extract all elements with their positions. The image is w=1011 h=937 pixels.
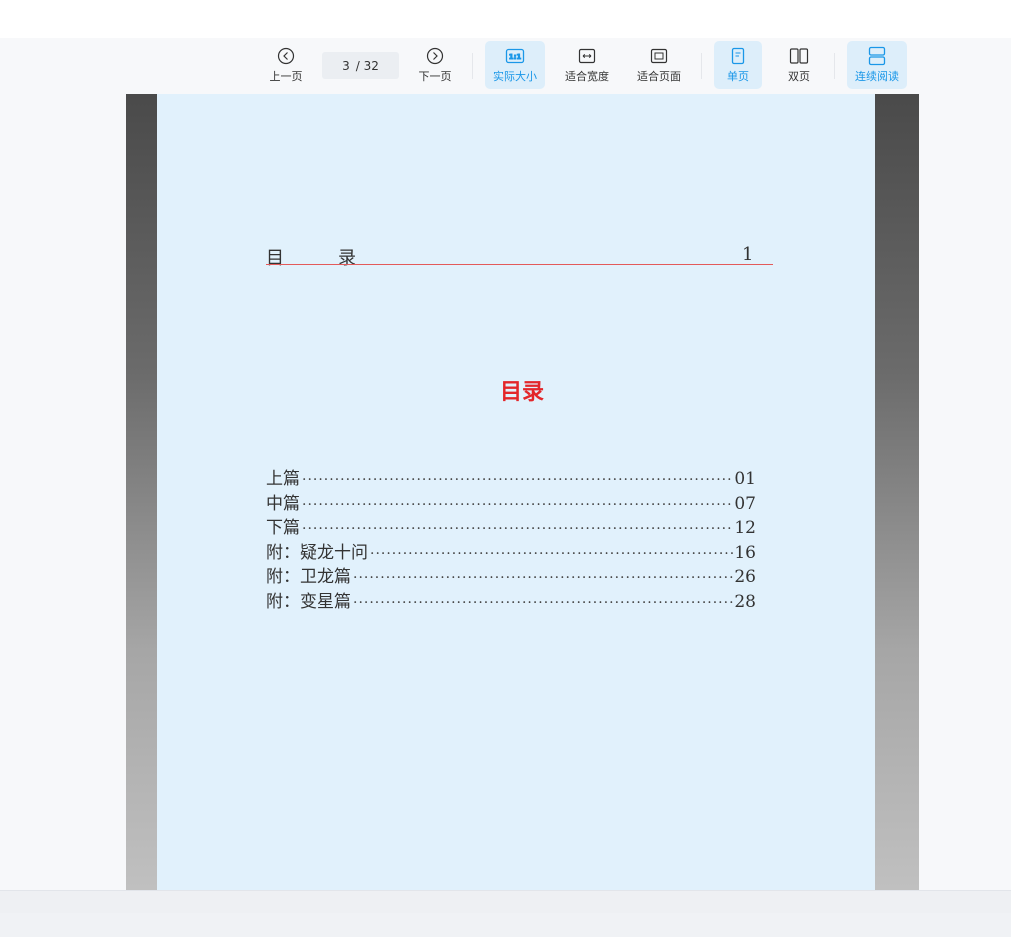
- toc-entry-page: 16: [734, 542, 756, 563]
- toc-title: 目录: [499, 380, 544, 405]
- continuous-reading-icon: [868, 46, 886, 66]
- toc-entry-label: 附：疑龙十问: [266, 542, 368, 563]
- prev-page-button[interactable]: 上一页: [265, 41, 307, 89]
- actual-size-icon-text: 1:1: [509, 53, 522, 61]
- chevron-left-circle-icon: [277, 46, 295, 66]
- toolbar-divider: [472, 53, 473, 79]
- toc-entry-page: 12: [734, 518, 756, 539]
- next-page-label: 下一页: [418, 70, 452, 83]
- fit-page-icon: [650, 46, 668, 66]
- toc-entry-label: 附：卫龙篇: [266, 567, 351, 588]
- fit-page-button[interactable]: 适合页面: [630, 41, 688, 89]
- page-number-field[interactable]: 3 / 32: [322, 52, 399, 79]
- toc-leader-dots: ········································…: [302, 472, 734, 488]
- actual-size-icon: 1:1: [505, 46, 525, 66]
- toc-list: 上篇 ·····································…: [266, 467, 756, 615]
- toc-entry[interactable]: 上篇 ·····································…: [266, 467, 756, 492]
- double-page-label: 双页: [788, 70, 810, 83]
- page-frame: 目 录 1 目录 上篇 ····························…: [126, 94, 919, 890]
- toc-entry[interactable]: 附：卫龙篇 ··································…: [266, 565, 756, 590]
- actual-size-label: 实际大小: [493, 70, 537, 83]
- double-page-button[interactable]: 双页: [775, 41, 823, 89]
- running-header-left-2: 录: [338, 248, 356, 269]
- toolbar-divider: [701, 53, 702, 79]
- toc-leader-dots: ········································…: [302, 496, 734, 513]
- continuous-reading-label: 连续阅读: [855, 70, 899, 83]
- fit-page-label: 适合页面: [637, 70, 681, 83]
- next-page-button[interactable]: 下一页: [414, 41, 456, 89]
- fit-width-button[interactable]: 适合宽度: [558, 41, 616, 89]
- document-viewer[interactable]: 目 录 1 目录 上篇 ····························…: [0, 94, 1011, 890]
- header-rule: [266, 264, 773, 265]
- toc-entry[interactable]: 附：疑龙十问 ·································…: [266, 541, 756, 566]
- current-page-input[interactable]: 3: [342, 59, 350, 73]
- viewer-toolbar: 上一页 3 / 32 下一页 1:1 实际大小 适合宽度 适合页面 单页 双页 …: [0, 38, 1011, 94]
- document-page: 目 录 1 目录 上篇 ····························…: [157, 94, 875, 890]
- single-page-label: 单页: [727, 70, 749, 83]
- toc-entry-label: 下篇: [266, 518, 300, 539]
- double-page-icon: [789, 46, 809, 66]
- toc-leader-dots: ········································…: [370, 545, 734, 562]
- single-page-button[interactable]: 单页: [714, 41, 762, 89]
- toc-entry[interactable]: 下篇 ·····································…: [266, 516, 756, 541]
- running-header-left: 目: [266, 248, 284, 269]
- total-pages: / 32: [355, 58, 379, 73]
- top-bar: [0, 0, 1011, 38]
- running-header-page-number: 1: [742, 244, 754, 265]
- toc-entry[interactable]: 附：变星篇 ··································…: [266, 590, 756, 615]
- prev-page-label: 上一页: [269, 70, 303, 83]
- toc-entry-label: 上篇: [266, 469, 300, 489]
- fit-width-icon: [578, 46, 596, 66]
- toolbar-divider: [834, 53, 835, 79]
- toc-entry-page: 28: [734, 591, 756, 612]
- fit-width-label: 适合宽度: [565, 70, 609, 83]
- toc-entry-page: 26: [734, 567, 756, 588]
- continuous-reading-button[interactable]: 连续阅读: [847, 41, 907, 89]
- toc-entry-label: 中篇: [266, 493, 300, 514]
- actual-size-button[interactable]: 1:1 实际大小: [485, 41, 545, 89]
- toc-entry-page: 07: [734, 493, 756, 514]
- toc-entry-page: 01: [734, 469, 756, 489]
- toc-leader-dots: ········································…: [353, 594, 735, 611]
- toc-leader-dots: ········································…: [353, 570, 735, 587]
- chevron-right-circle-icon: [426, 46, 444, 66]
- toc-entry[interactable]: 中篇 ·····································…: [266, 492, 756, 517]
- toc-entry-label: 附：变星篇: [266, 591, 351, 612]
- bottom-bar: [0, 890, 1011, 913]
- single-page-icon: [731, 46, 745, 66]
- toc-leader-dots: ········································…: [302, 521, 734, 538]
